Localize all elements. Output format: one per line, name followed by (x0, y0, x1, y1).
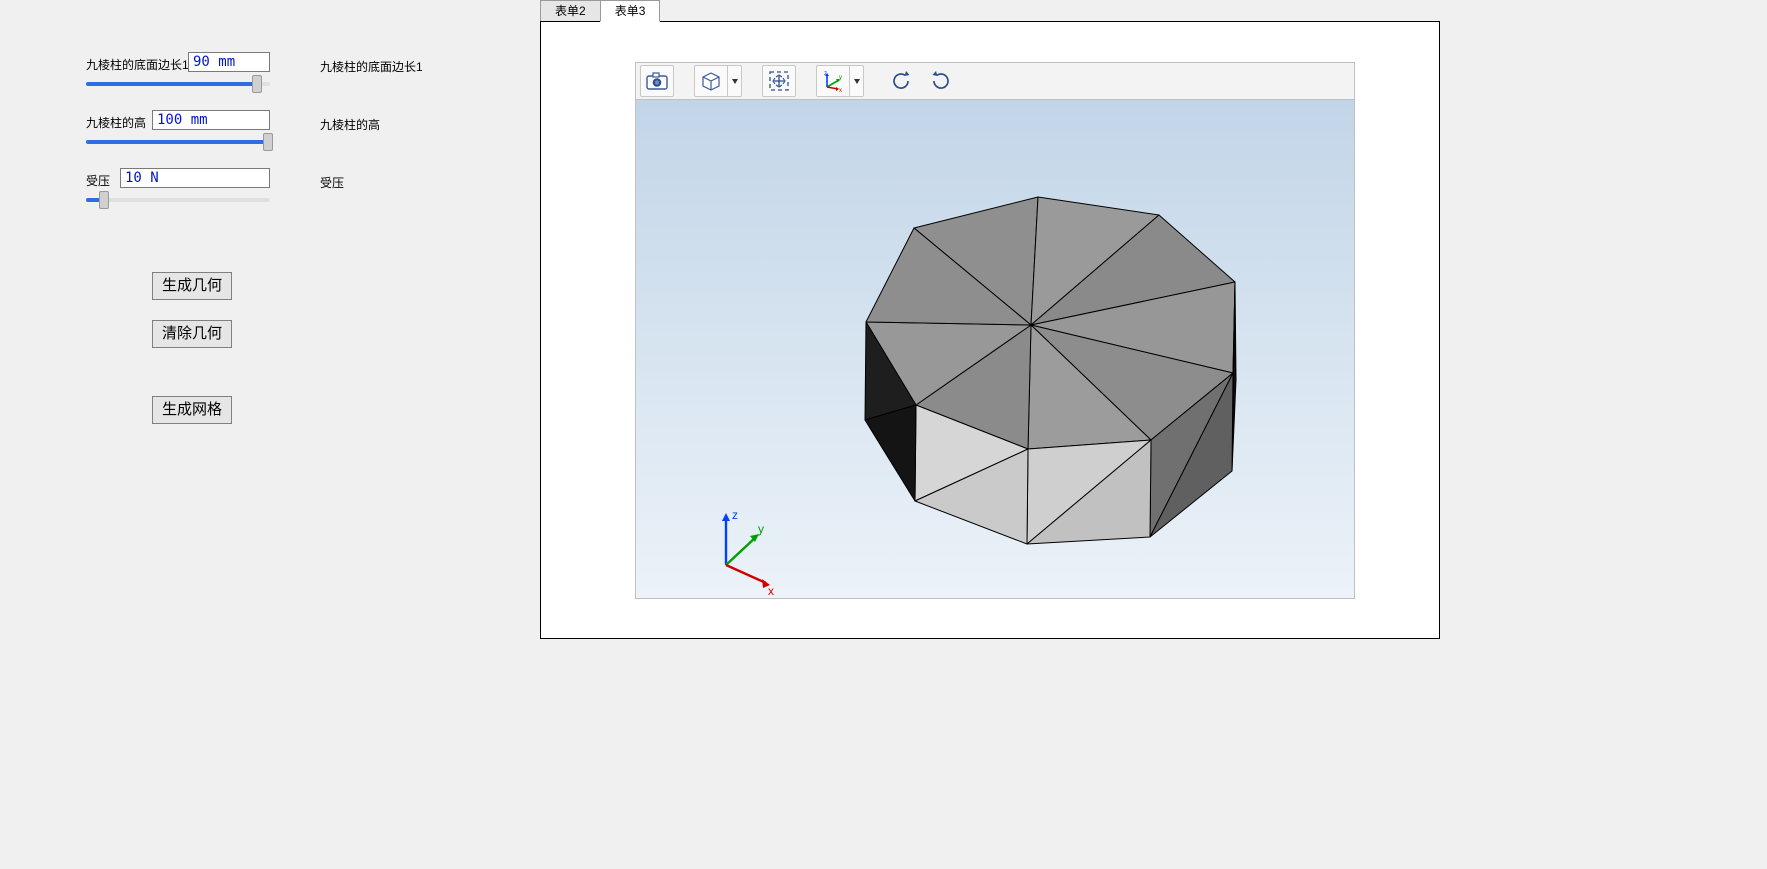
tab-form3[interactable]: 表单3 (600, 0, 661, 22)
param-input-edge[interactable] (188, 52, 270, 72)
generate-mesh-button[interactable]: 生成网格 (152, 396, 232, 424)
svg-text:y: y (839, 75, 842, 81)
canvas-3d[interactable]: z y x (635, 100, 1355, 599)
slider-height[interactable] (86, 140, 270, 144)
clear-geometry-button[interactable]: 清除几何 (152, 320, 232, 348)
tab-form2[interactable]: 表单2 (540, 0, 601, 22)
axis-label-x: x (768, 584, 774, 598)
toolbar-3d: z y x (635, 62, 1355, 100)
svg-text:x: x (839, 88, 842, 92)
param-rightlabel-height: 九棱柱的高 (320, 116, 380, 133)
param-rightlabel-pressure: 受压 (320, 174, 344, 191)
cube-icon[interactable] (694, 65, 728, 97)
param-input-height[interactable] (152, 110, 270, 130)
axes-icon[interactable]: z y x (816, 65, 850, 97)
param-input-pressure[interactable] (120, 168, 270, 188)
axes-dropdown[interactable] (850, 65, 864, 97)
prism-render: z y x (636, 100, 1355, 599)
parameter-panel: 九棱柱的底面边长1 九棱柱的底面边长1 九棱柱的高 九棱柱的高 受压 受压 生成… (0, 0, 540, 869)
param-label-pressure: 受压 (86, 172, 110, 189)
viewport-frame: z y x (540, 21, 1440, 639)
tab-strip: 表单2 表单3 (540, 0, 659, 22)
generate-geometry-button[interactable]: 生成几何 (152, 272, 232, 300)
svg-text:z: z (824, 71, 827, 77)
slider-pressure[interactable] (86, 198, 270, 202)
rotate-cw-icon[interactable] (924, 65, 958, 97)
axis-label-z: z (732, 508, 738, 522)
param-label-height: 九棱柱的高 (86, 114, 146, 131)
cube-dropdown[interactable] (728, 65, 742, 97)
camera-icon[interactable] (640, 65, 674, 97)
rotate-ccw-icon[interactable] (884, 65, 918, 97)
fit-icon[interactable] (762, 65, 796, 97)
param-rightlabel-edge: 九棱柱的底面边长1 (320, 58, 423, 75)
axis-label-y: y (758, 522, 764, 536)
slider-edge[interactable] (86, 82, 270, 86)
param-label-edge: 九棱柱的底面边长1 (86, 56, 189, 73)
